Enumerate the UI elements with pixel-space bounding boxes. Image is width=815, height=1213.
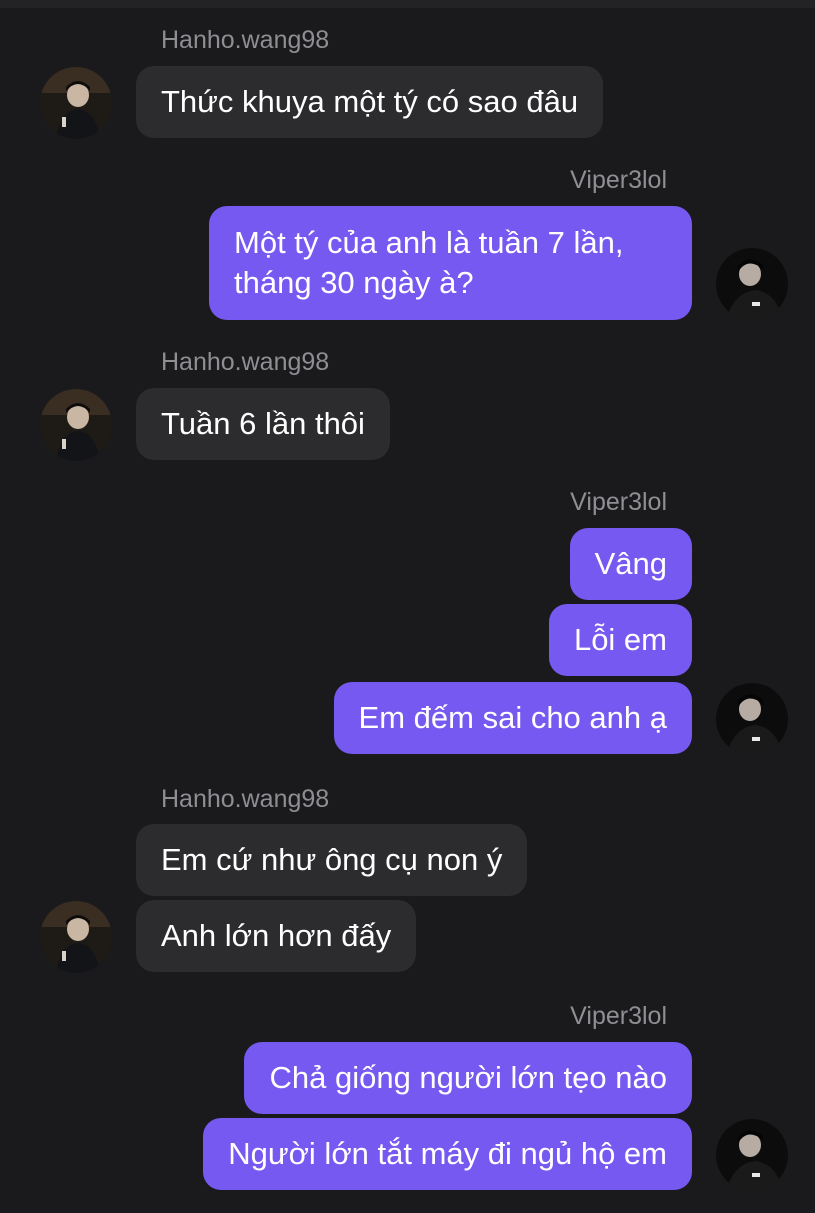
sender-name: Hanho.wang98: [161, 348, 330, 376]
avatar-photo-icon: [40, 67, 112, 139]
sender-name: Viper3lol: [570, 488, 667, 516]
avatar-photo-icon: [716, 683, 788, 755]
user-avatar[interactable]: [40, 389, 112, 461]
message-bubble-outgoing[interactable]: Một tý của anh là tuần 7 lần, tháng 30 n…: [209, 206, 692, 320]
user-avatar[interactable]: [716, 1119, 788, 1191]
message-bubble-outgoing[interactable]: Vâng: [569, 528, 692, 600]
user-avatar[interactable]: [40, 67, 112, 139]
message-bubble-incoming[interactable]: Anh lớn hơn đấy: [136, 900, 417, 972]
message-bubble-outgoing[interactable]: Lỗi em: [548, 604, 692, 676]
message-bubble-outgoing[interactable]: Em đếm sai cho anh ạ: [333, 682, 692, 754]
avatar-photo-icon: [40, 901, 112, 973]
message-bubble-outgoing[interactable]: Chả giống người lớn tẹo nào: [244, 1042, 692, 1114]
message-bubble-outgoing[interactable]: Người lớn tắt máy đi ngủ hộ em: [203, 1118, 692, 1190]
user-avatar[interactable]: [716, 683, 788, 755]
sender-name: Hanho.wang98: [161, 26, 330, 54]
avatar-photo-icon: [716, 1119, 788, 1191]
user-avatar[interactable]: [40, 901, 112, 973]
avatar-photo-icon: [40, 389, 112, 461]
user-avatar[interactable]: [716, 248, 788, 320]
message-bubble-incoming[interactable]: Em cứ như ông cụ non ý: [136, 824, 528, 896]
sender-name: Viper3lol: [570, 166, 667, 194]
sender-name: Hanho.wang98: [161, 785, 330, 813]
sender-name: Viper3lol: [570, 1002, 667, 1030]
message-bubble-incoming[interactable]: Tuần 6 lần thôi: [136, 388, 390, 460]
avatar-photo-icon: [716, 248, 788, 320]
top-bar: [0, 0, 815, 8]
message-bubble-incoming[interactable]: Thức khuya một tý có sao đâu: [136, 66, 604, 138]
